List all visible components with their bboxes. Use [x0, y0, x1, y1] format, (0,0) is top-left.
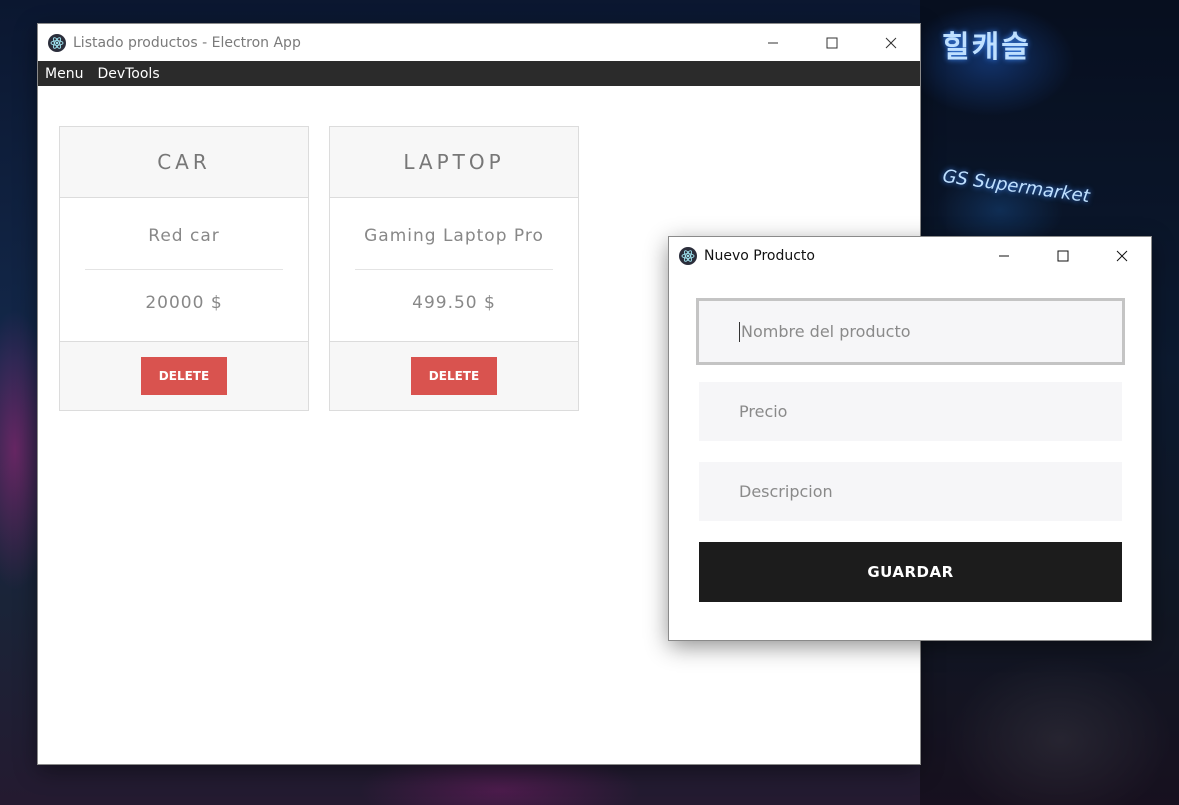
card-header: LAPTOP [330, 127, 578, 198]
dialog-title: Nuevo Producto [704, 247, 815, 264]
background-sign-korean: 힐캐슬 [942, 30, 1031, 65]
close-icon [1116, 250, 1127, 261]
price-input[interactable]: Precio [699, 382, 1122, 441]
close-button[interactable] [1092, 237, 1151, 274]
save-button[interactable]: GUARDAR [699, 542, 1122, 602]
menubar: Menu DevTools [38, 61, 920, 86]
delete-button[interactable]: DELETE [411, 357, 497, 395]
minimize-icon [767, 42, 778, 43]
product-name-input[interactable]: Nombre del producto [696, 298, 1125, 365]
card-footer: DELETE [60, 342, 308, 410]
product-title: LAPTOP [403, 150, 505, 174]
card-divider [355, 269, 553, 270]
electron-app-icon [679, 246, 697, 265]
menu-item-menu[interactable]: Menu [45, 66, 83, 82]
main-window-title: Listado productos - Electron App [73, 34, 301, 51]
minimize-icon [998, 255, 1009, 256]
new-product-form: Nombre del producto Precio Descripcion G… [696, 298, 1125, 602]
card-header: CAR [60, 127, 308, 198]
close-button[interactable] [861, 24, 920, 61]
maximize-button[interactable] [802, 24, 861, 61]
card-divider [85, 269, 283, 270]
main-titlebar[interactable]: Listado productos - Electron App [38, 24, 920, 61]
card-body: Red car 20000 $ [60, 198, 308, 342]
card-footer: DELETE [330, 342, 578, 410]
product-name-placeholder: Nombre del producto [741, 322, 911, 341]
card-body: Gaming Laptop Pro 499.50 $ [330, 198, 578, 342]
product-name: Red car [148, 226, 220, 246]
product-title: CAR [157, 150, 211, 174]
close-icon [885, 37, 896, 48]
electron-app-icon [48, 33, 66, 52]
minimize-button[interactable] [974, 237, 1033, 274]
description-placeholder: Descripcion [739, 482, 833, 501]
description-input[interactable]: Descripcion [699, 462, 1122, 521]
product-price: 499.50 $ [412, 293, 496, 313]
maximize-icon [1057, 250, 1068, 261]
maximize-icon [826, 37, 837, 48]
minimize-button[interactable] [743, 24, 802, 61]
product-price: 20000 $ [145, 293, 223, 313]
maximize-button[interactable] [1033, 237, 1092, 274]
new-product-window: Nuevo Producto Nombre del producto Preci… [669, 237, 1151, 640]
product-card: CAR Red car 20000 $ DELETE [59, 126, 309, 411]
menu-item-devtools[interactable]: DevTools [97, 66, 159, 82]
price-placeholder: Precio [739, 402, 788, 421]
delete-button[interactable]: DELETE [141, 357, 227, 395]
dialog-titlebar[interactable]: Nuevo Producto [669, 237, 1151, 274]
product-card: LAPTOP Gaming Laptop Pro 499.50 $ DELETE [329, 126, 579, 411]
product-name: Gaming Laptop Pro [364, 226, 544, 246]
text-caret [739, 321, 740, 342]
